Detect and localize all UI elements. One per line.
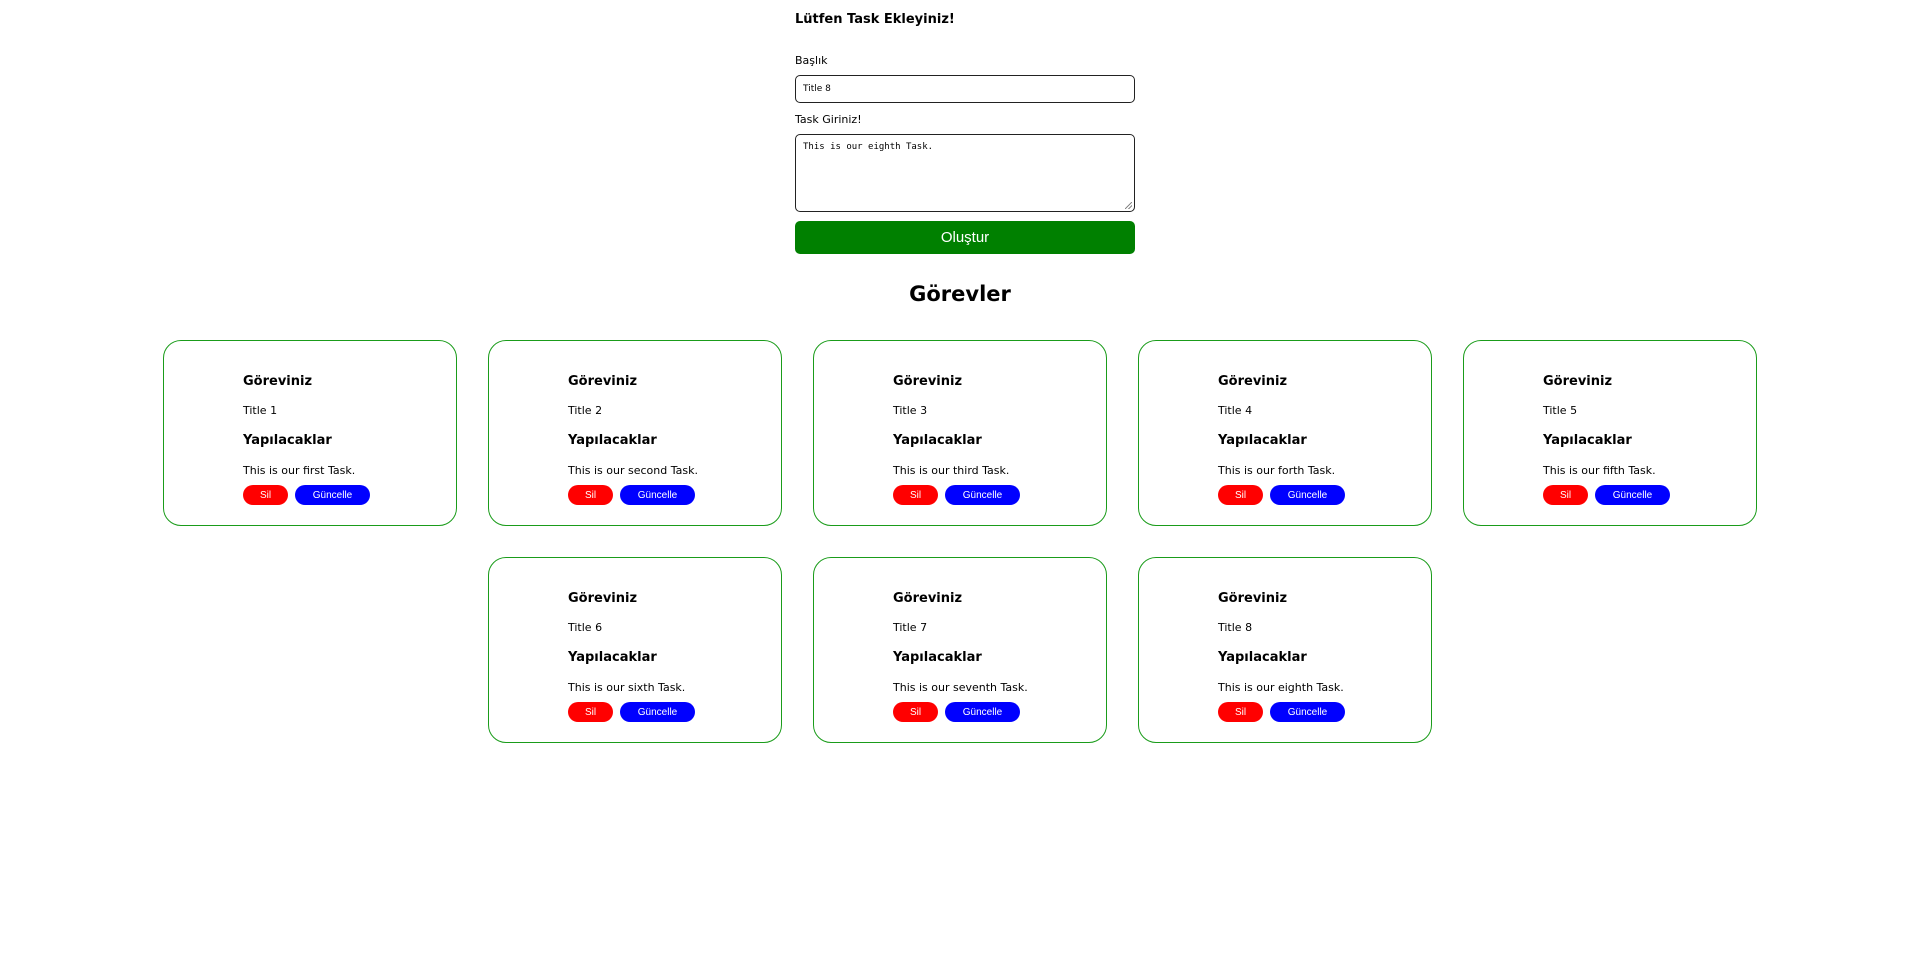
card-actions: Sil Güncelle	[893, 485, 1020, 505]
task-heading: Göreviniz	[893, 374, 963, 389]
task-card: Göreviniz Title 4 Yapılacaklar This is o…	[1138, 340, 1432, 526]
task-description: This is our third Task.	[893, 464, 1010, 477]
card-actions: Sil Güncelle	[243, 485, 370, 505]
task-heading: Göreviniz	[893, 591, 963, 606]
delete-button[interactable]: Sil	[1543, 485, 1588, 505]
task-description: This is our first Task.	[243, 464, 356, 477]
task-heading: Göreviniz	[568, 591, 638, 606]
task-card: Göreviniz Title 5 Yapılacaklar This is o…	[1463, 340, 1757, 526]
card-actions: Sil Güncelle	[1218, 485, 1345, 505]
card-actions: Sil Güncelle	[1543, 485, 1670, 505]
task-card: Göreviniz Title 2 Yapılacaklar This is o…	[488, 340, 782, 526]
task-card-list: Göreviniz Title 1 Yapılacaklar This is o…	[160, 340, 1760, 743]
delete-button[interactable]: Sil	[893, 702, 938, 722]
task-title: Title 8	[1218, 621, 1253, 634]
task-heading: Göreviniz	[1218, 591, 1288, 606]
delete-button[interactable]: Sil	[568, 702, 613, 722]
task-title: Title 4	[1218, 404, 1253, 417]
update-button[interactable]: Güncelle	[295, 485, 370, 505]
task-card: Göreviniz Title 6 Yapılacaklar This is o…	[488, 557, 782, 743]
task-description: This is our eighth Task.	[1218, 681, 1344, 694]
task-heading: Göreviniz	[568, 374, 638, 389]
update-button[interactable]: Güncelle	[945, 485, 1020, 505]
task-label: Task Giriniz!	[795, 113, 862, 126]
task-description: This is our fifth Task.	[1543, 464, 1656, 477]
task-title: Title 2	[568, 404, 603, 417]
todo-heading: Yapılacaklar	[893, 433, 982, 448]
todo-heading: Yapılacaklar	[893, 650, 982, 665]
delete-button[interactable]: Sil	[893, 485, 938, 505]
task-card: Göreviniz Title 3 Yapılacaklar This is o…	[813, 340, 1107, 526]
card-actions: Sil Güncelle	[568, 485, 698, 505]
card-actions: Sil Güncelle	[1218, 702, 1345, 722]
task-heading: Göreviniz	[243, 374, 313, 389]
task-textarea[interactable]: This is our eighth Task.	[795, 134, 1135, 212]
update-button[interactable]: Güncelle	[1270, 485, 1345, 505]
todo-heading: Yapılacaklar	[1218, 433, 1307, 448]
delete-button[interactable]: Sil	[243, 485, 288, 505]
delete-button[interactable]: Sil	[1218, 702, 1263, 722]
task-title: Title 3	[893, 404, 928, 417]
card-actions: Sil Güncelle	[893, 702, 1028, 722]
title-label: Başlık	[795, 54, 828, 67]
delete-button[interactable]: Sil	[568, 485, 613, 505]
task-title: Title 6	[568, 621, 603, 634]
task-title: Title 1	[243, 404, 278, 417]
task-card: Göreviniz Title 7 Yapılacaklar This is o…	[813, 557, 1107, 743]
task-card: Göreviniz Title 8 Yapılacaklar This is o…	[1138, 557, 1432, 743]
create-button[interactable]: Oluştur	[795, 221, 1135, 254]
task-title: Title 7	[893, 621, 928, 634]
todo-heading: Yapılacaklar	[1543, 433, 1632, 448]
delete-button[interactable]: Sil	[1218, 485, 1263, 505]
form-heading: Lütfen Task Ekleyiniz!	[795, 12, 955, 27]
tasks-heading: Görevler	[909, 282, 1011, 306]
update-button[interactable]: Güncelle	[1595, 485, 1670, 505]
update-button[interactable]: Güncelle	[620, 485, 695, 505]
title-input[interactable]	[795, 75, 1135, 103]
task-description: This is our second Task.	[568, 464, 698, 477]
update-button[interactable]: Güncelle	[945, 702, 1020, 722]
task-heading: Göreviniz	[1543, 374, 1613, 389]
todo-heading: Yapılacaklar	[243, 433, 332, 448]
card-actions: Sil Güncelle	[568, 702, 695, 722]
todo-heading: Yapılacaklar	[1218, 650, 1307, 665]
task-description: This is our forth Task.	[1218, 464, 1336, 477]
task-description: This is our sixth Task.	[568, 681, 686, 694]
task-heading: Göreviniz	[1218, 374, 1288, 389]
task-title: Title 5	[1543, 404, 1578, 417]
todo-heading: Yapılacaklar	[568, 433, 657, 448]
update-button[interactable]: Güncelle	[620, 702, 695, 722]
update-button[interactable]: Güncelle	[1270, 702, 1345, 722]
todo-heading: Yapılacaklar	[568, 650, 657, 665]
resize-handle-icon[interactable]	[1125, 202, 1132, 209]
task-description: This is our seventh Task.	[893, 681, 1028, 694]
task-card: Göreviniz Title 1 Yapılacaklar This is o…	[163, 340, 457, 526]
